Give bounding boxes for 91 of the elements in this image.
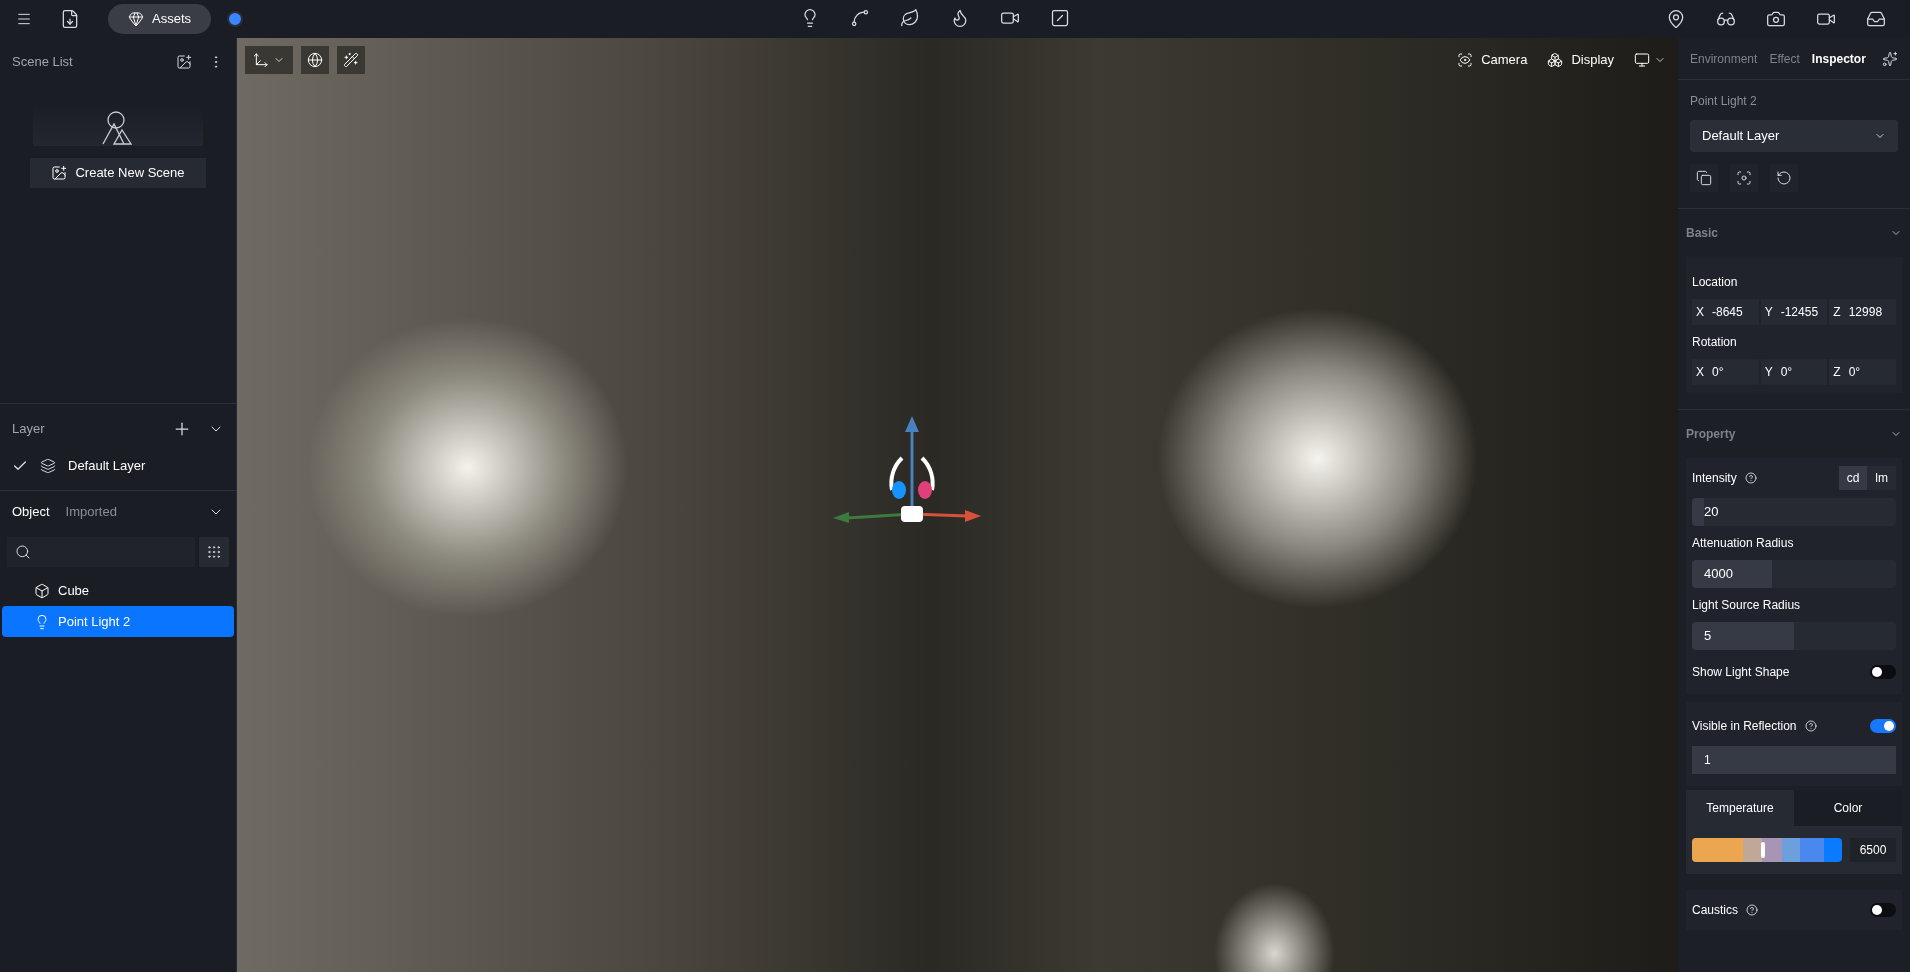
camera-view-button[interactable]: Camera (1457, 46, 1528, 74)
slider-thumb[interactable] (1760, 842, 1765, 858)
globe-button[interactable] (301, 46, 329, 74)
object-list-item[interactable]: Point Light 2 (2, 606, 234, 637)
field-label: Intensity (1692, 470, 1737, 487)
leaf-button[interactable] (900, 8, 920, 28)
unit-toggle[interactable]: cd (1838, 466, 1868, 490)
sparkle-icon (1882, 50, 1898, 67)
toggle-switch[interactable] (1870, 903, 1896, 917)
light-bulb-icon (34, 613, 50, 630)
boxes-icon (1547, 52, 1564, 68)
add-scene-button[interactable] (176, 54, 192, 70)
coordinate-field[interactable]: Z 0° (1829, 359, 1896, 385)
create-scene-button[interactable]: Create New Scene (30, 158, 206, 188)
layers-icon (40, 458, 56, 474)
hatched-square-button[interactable] (1050, 8, 1070, 28)
magic-wand-button[interactable] (337, 46, 365, 74)
search-icon (15, 544, 31, 560)
rotate-left-icon (1776, 170, 1792, 186)
menu-icon (16, 11, 32, 27)
sparkle-button[interactable] (1882, 50, 1898, 67)
toggle-switch[interactable] (1870, 665, 1896, 679)
layer-name[interactable]: Default Layer (68, 456, 146, 476)
object-name: Point Light 2 (1690, 93, 1758, 110)
monitor-icon (1634, 52, 1650, 68)
color-mode-tab[interactable]: Temperature (1686, 790, 1794, 826)
viewport-render[interactable]: Camera Display (237, 38, 1678, 972)
inspector-tab[interactable]: Inspector (1811, 49, 1866, 68)
dots-grid-icon (206, 544, 222, 560)
panel-title: Scene List (12, 53, 73, 72)
map-pin-icon (1666, 9, 1686, 29)
search-field[interactable] (7, 537, 195, 567)
grid-view-button[interactable] (199, 537, 229, 567)
number-input[interactable]: 1 (1692, 746, 1896, 774)
field-label: Attenuation Radius (1692, 535, 1795, 552)
hatched-square-icon (1050, 8, 1070, 28)
temperature-slider[interactable] (1692, 838, 1842, 862)
path-nodes-icon (850, 8, 870, 28)
number-input[interactable]: 6500 (1850, 838, 1896, 862)
wand-icon (343, 52, 359, 68)
leaf-icon (900, 8, 920, 28)
camera-button[interactable] (1766, 9, 1786, 29)
reset-button[interactable] (1770, 164, 1798, 192)
path-nodes-button[interactable] (850, 8, 870, 28)
copy-icon (1696, 170, 1712, 186)
section-title: Property (1686, 426, 1736, 443)
toggle-switch[interactable] (1870, 719, 1896, 733)
panel-title: Layer (12, 420, 45, 439)
camera-icon (1766, 9, 1786, 29)
copy-button[interactable] (1690, 164, 1718, 192)
slider-field[interactable]: 5 (1692, 622, 1896, 650)
help-icon (1744, 472, 1757, 484)
display-button[interactable]: Display (1547, 46, 1614, 74)
coordinate-field[interactable]: Z 12998 (1829, 299, 1896, 325)
panel-tab[interactable]: Imported (65, 502, 117, 522)
add-image-icon (51, 165, 68, 181)
field-label: Show Light Shape (1692, 664, 1790, 681)
field-label: Light Source Radius (1692, 597, 1802, 614)
field-label: Rotation (1692, 334, 1738, 351)
section-title: Basic (1686, 225, 1719, 242)
slider-field[interactable]: 4000 (1692, 560, 1896, 588)
cube-icon (34, 582, 50, 599)
focus-icon (1736, 170, 1752, 186)
help-icon (1746, 904, 1758, 916)
unit-toggle[interactable]: lm (1867, 466, 1896, 490)
coordinate-field[interactable]: X 0° (1692, 359, 1759, 385)
help-icon (1804, 720, 1817, 732)
coordinate-field[interactable]: Y 0° (1760, 359, 1828, 385)
field-label: Visible in Reflection (1692, 718, 1797, 735)
object-list-item[interactable]: Cube (2, 575, 234, 606)
axes-icon (253, 52, 269, 68)
gem-icon (128, 11, 144, 27)
slider-field[interactable]: 20 (1692, 498, 1896, 526)
assets-button[interactable]: Assets (108, 4, 211, 34)
globe-icon (307, 52, 323, 68)
inspector-tab[interactable]: Effect (1769, 49, 1800, 68)
focus-button[interactable] (1730, 164, 1758, 192)
layer-select[interactable]: Default Layer (1690, 120, 1898, 152)
add-image-icon (176, 54, 192, 70)
panel-tab[interactable]: Object (12, 502, 50, 522)
focus-frame-icon (1457, 52, 1474, 68)
tray-icon (1866, 9, 1886, 29)
map-pin-button[interactable] (1666, 9, 1686, 29)
transform-dropdown-button[interactable] (245, 46, 293, 74)
field-label: Caustics (1692, 902, 1738, 919)
coordinate-field[interactable]: X -8645 (1692, 299, 1759, 325)
coordinate-field[interactable]: Y -12455 (1760, 299, 1828, 325)
inspector-tab[interactable]: Environment (1690, 49, 1758, 68)
tray-button[interactable] (1866, 9, 1886, 29)
file-download-icon (60, 9, 80, 29)
field-label: Location (1692, 274, 1739, 291)
